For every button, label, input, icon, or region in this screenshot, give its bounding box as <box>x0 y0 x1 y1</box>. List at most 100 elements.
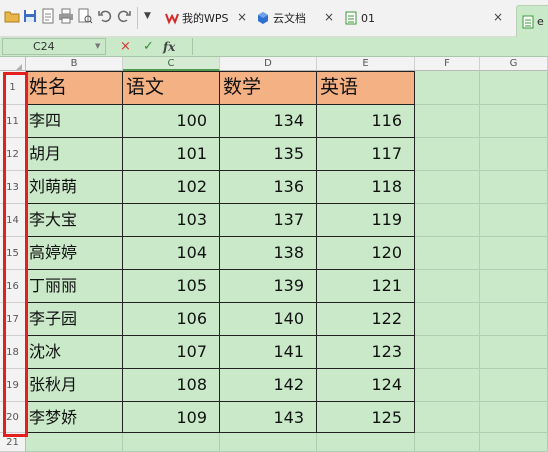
row-header[interactable]: 19 <box>0 369 26 402</box>
save-icon[interactable] <box>22 8 38 24</box>
empty-cell[interactable] <box>123 433 220 452</box>
score-cell[interactable]: 121 <box>317 270 415 303</box>
score-cell[interactable]: 139 <box>220 270 317 303</box>
empty-cell[interactable] <box>480 105 548 138</box>
tab-close-icon[interactable]: × <box>324 11 334 23</box>
table-header-cell[interactable]: 英语 <box>317 71 415 105</box>
score-cell[interactable]: 104 <box>123 237 220 270</box>
print-preview-icon[interactable] <box>77 8 93 24</box>
name-cell[interactable]: 李四 <box>26 105 123 138</box>
score-cell[interactable]: 117 <box>317 138 415 171</box>
score-cell[interactable]: 136 <box>220 171 317 204</box>
empty-cell[interactable] <box>480 369 548 402</box>
score-cell[interactable]: 123 <box>317 336 415 369</box>
row-header[interactable]: 1 <box>0 71 26 105</box>
empty-cell[interactable] <box>415 336 480 369</box>
insert-function-icon[interactable]: fx <box>163 40 175 54</box>
score-cell[interactable]: 109 <box>123 402 220 433</box>
column-header-c[interactable]: C <box>123 57 220 71</box>
name-cell[interactable]: 丁丽丽 <box>26 270 123 303</box>
empty-cell[interactable] <box>480 270 548 303</box>
formula-input[interactable] <box>192 38 548 55</box>
name-cell[interactable]: 李大宝 <box>26 204 123 237</box>
row-header[interactable]: 17 <box>0 303 26 336</box>
score-cell[interactable]: 141 <box>220 336 317 369</box>
row-header[interactable]: 11 <box>0 105 26 138</box>
score-cell[interactable]: 143 <box>220 402 317 433</box>
tab-file-01[interactable]: 01 <box>344 4 375 32</box>
empty-cell[interactable] <box>415 303 480 336</box>
name-cell[interactable]: 李梦娇 <box>26 402 123 433</box>
row-header[interactable]: 12 <box>0 138 26 171</box>
column-header-f[interactable]: F <box>415 57 480 71</box>
empty-cell[interactable] <box>415 237 480 270</box>
empty-cell[interactable] <box>480 71 548 105</box>
score-cell[interactable]: 137 <box>220 204 317 237</box>
score-cell[interactable]: 101 <box>123 138 220 171</box>
empty-cell[interactable] <box>480 171 548 204</box>
table-header-cell[interactable]: 语文 <box>123 71 220 105</box>
score-cell[interactable]: 107 <box>123 336 220 369</box>
undo-icon[interactable] <box>97 8 113 24</box>
empty-cell[interactable] <box>415 402 480 433</box>
score-cell[interactable]: 134 <box>220 105 317 138</box>
chevron-down-icon[interactable]: ▼ <box>95 42 100 50</box>
cancel-edit-icon[interactable]: × <box>120 39 131 54</box>
name-cell[interactable]: 李子园 <box>26 303 123 336</box>
name-cell[interactable]: 高婷婷 <box>26 237 123 270</box>
tab-close-icon[interactable]: × <box>237 11 247 23</box>
tab-close-icon[interactable]: × <box>493 11 503 23</box>
empty-cell[interactable] <box>220 433 317 452</box>
tab-cloud-docs[interactable]: 云文档 <box>256 4 306 32</box>
tab-active-document[interactable]: e <box>516 5 548 37</box>
column-header-e[interactable]: E <box>317 57 415 71</box>
score-cell[interactable]: 118 <box>317 171 415 204</box>
confirm-edit-icon[interactable]: ✓ <box>143 39 154 54</box>
score-cell[interactable]: 142 <box>220 369 317 402</box>
score-cell[interactable]: 102 <box>123 171 220 204</box>
empty-cell[interactable] <box>415 369 480 402</box>
score-cell[interactable]: 116 <box>317 105 415 138</box>
open-folder-icon[interactable] <box>4 8 20 24</box>
score-cell[interactable]: 119 <box>317 204 415 237</box>
empty-cell[interactable] <box>415 270 480 303</box>
name-cell[interactable]: 沈冰 <box>26 336 123 369</box>
table-header-cell[interactable]: 数学 <box>220 71 317 105</box>
name-cell[interactable]: 刘萌萌 <box>26 171 123 204</box>
empty-cell[interactable] <box>480 303 548 336</box>
score-cell[interactable]: 103 <box>123 204 220 237</box>
empty-cell[interactable] <box>480 138 548 171</box>
row-header[interactable]: 21 <box>0 433 26 452</box>
score-cell[interactable]: 138 <box>220 237 317 270</box>
empty-cell[interactable] <box>415 138 480 171</box>
score-cell[interactable]: 108 <box>123 369 220 402</box>
name-cell[interactable]: 胡月 <box>26 138 123 171</box>
print-icon[interactable] <box>58 8 74 24</box>
row-header[interactable]: 20 <box>0 402 26 433</box>
empty-cell[interactable] <box>415 204 480 237</box>
score-cell[interactable]: 140 <box>220 303 317 336</box>
score-cell[interactable]: 120 <box>317 237 415 270</box>
quick-access-dropdown-icon[interactable]: ▼ <box>144 11 151 21</box>
column-header-b[interactable]: B <box>26 57 123 71</box>
empty-cell[interactable] <box>480 237 548 270</box>
empty-cell[interactable] <box>415 71 480 105</box>
score-cell[interactable]: 124 <box>317 369 415 402</box>
row-header[interactable]: 14 <box>0 204 26 237</box>
empty-cell[interactable] <box>415 433 480 452</box>
empty-cell[interactable] <box>480 402 548 433</box>
table-header-cell[interactable]: 姓名 <box>26 71 123 105</box>
export-pdf-icon[interactable] <box>40 8 56 24</box>
score-cell[interactable]: 105 <box>123 270 220 303</box>
column-header-d[interactable]: D <box>220 57 317 71</box>
row-header[interactable]: 18 <box>0 336 26 369</box>
column-header-g[interactable]: G <box>480 57 548 71</box>
row-header[interactable]: 13 <box>0 171 26 204</box>
row-header[interactable]: 16 <box>0 270 26 303</box>
empty-cell[interactable] <box>317 433 415 452</box>
empty-cell[interactable] <box>415 171 480 204</box>
score-cell[interactable]: 135 <box>220 138 317 171</box>
score-cell[interactable]: 100 <box>123 105 220 138</box>
score-cell[interactable]: 122 <box>317 303 415 336</box>
score-cell[interactable]: 125 <box>317 402 415 433</box>
